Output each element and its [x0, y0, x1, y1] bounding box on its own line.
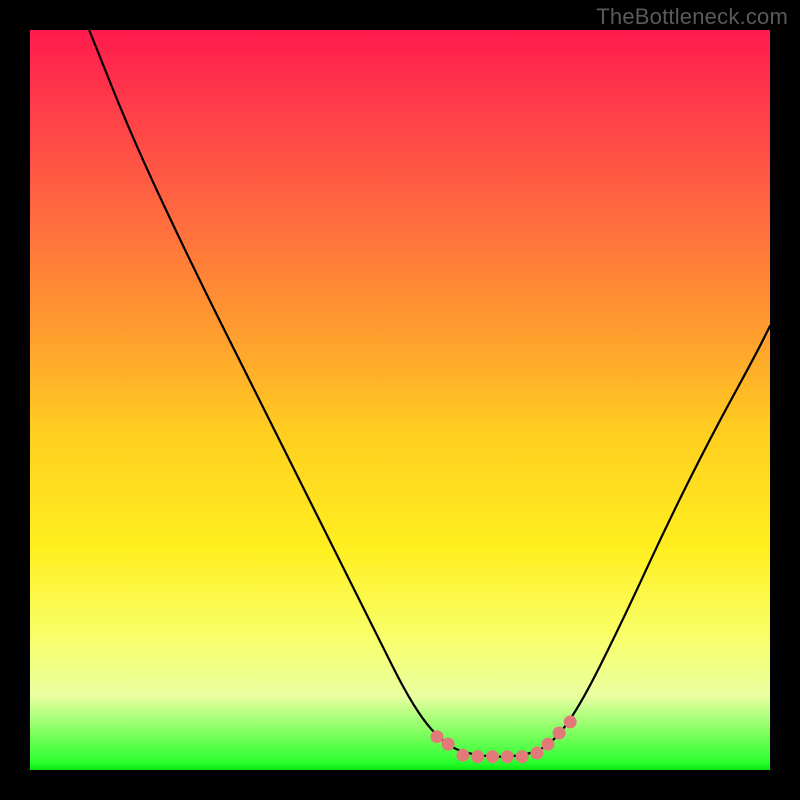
chart-svg: [30, 30, 770, 770]
pink-dot: [516, 750, 529, 763]
pink-dot: [530, 746, 543, 759]
pink-dot: [442, 738, 455, 751]
pink-dot: [553, 727, 566, 740]
pink-dot: [501, 750, 514, 763]
pink-dot: [564, 715, 577, 728]
pink-dot: [471, 750, 484, 763]
watermark-text: TheBottleneck.com: [596, 4, 788, 30]
chart-frame: TheBottleneck.com: [0, 0, 800, 800]
pink-dot: [542, 738, 555, 751]
curve-line: [89, 30, 770, 757]
pink-dot: [456, 749, 469, 762]
pink-dot: [431, 730, 444, 743]
pink-dot: [486, 750, 499, 763]
plot-area: [30, 30, 770, 770]
